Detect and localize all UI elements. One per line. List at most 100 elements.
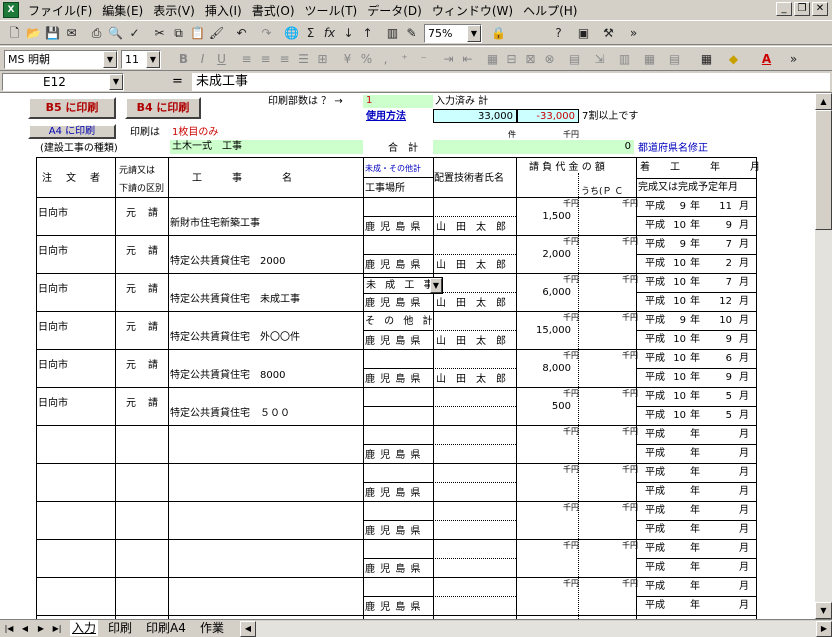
help-icon[interactable]: ? — [550, 25, 567, 42]
print-a4-button[interactable]: A4 に印刷 — [28, 124, 116, 139]
menu-window[interactable]: ウィンドウ(W) — [427, 2, 518, 19]
engineer-cell[interactable]: 山 田 太 郎 — [436, 260, 506, 272]
work-name-cell[interactable]: 特定公共賃貸住宅 未成工事 — [170, 294, 300, 306]
end-era-cell[interactable]: 平成 — [645, 372, 665, 384]
start-era-cell[interactable]: 平成 — [645, 239, 665, 251]
engineer-cell[interactable]: 山 田 太 郎 — [436, 298, 506, 310]
contract-type-cell[interactable]: 元 請 — [126, 246, 159, 258]
menu-help[interactable]: ヘルプ(H) — [518, 2, 582, 19]
menu-edit[interactable]: 編集(E) — [97, 2, 148, 19]
menu-insert[interactable]: 挿入(I) — [200, 2, 247, 19]
hyperlink-icon[interactable]: 🌐 — [283, 25, 300, 42]
merge-icon[interactable]: ⊞ — [314, 51, 331, 68]
menu-data[interactable]: データ(D) — [362, 2, 427, 19]
end-era-cell[interactable]: 平成 — [645, 486, 665, 498]
sort-descending-icon[interactable]: ↑ — [359, 25, 376, 42]
start-year-cell[interactable]: 10 — [672, 353, 686, 365]
autosum-icon[interactable]: Σ — [302, 25, 319, 42]
start-era-cell[interactable]: 平成 — [645, 467, 665, 479]
end-year-cell[interactable]: 10 — [672, 410, 686, 422]
outdent-icon[interactable]: ⇤ — [459, 51, 476, 68]
open-icon[interactable]: 📂 — [25, 25, 42, 42]
place-cell[interactable]: 鹿 児 島 県 — [365, 374, 422, 386]
start-year-cell[interactable]: 9 — [672, 315, 686, 327]
horizontal-scrollbar[interactable]: ◀ ▶ — [240, 621, 832, 637]
first-sheet-icon[interactable]: |◀ — [2, 622, 16, 636]
chevron-down-icon[interactable]: ▼ — [467, 25, 481, 42]
print-preview-icon[interactable]: 🔍 — [107, 25, 124, 42]
engineer-cell[interactable]: 山 田 太 郎 — [436, 222, 506, 234]
client-cell[interactable]: 日向市 — [38, 208, 68, 220]
start-era-cell[interactable]: 平成 — [645, 277, 665, 289]
end-month-cell[interactable]: 9 — [712, 220, 732, 232]
scroll-left-icon[interactable]: ◀ — [240, 621, 256, 637]
print-copies-field[interactable]: 1 — [363, 95, 433, 108]
place-cell[interactable]: 鹿 児 島 県 — [365, 602, 422, 614]
start-year-cell[interactable]: 9 — [672, 239, 686, 251]
spelling-icon[interactable]: ✓ — [126, 25, 143, 42]
insert-column-icon[interactable]: ⊠ — [522, 51, 539, 68]
usage-method-link[interactable]: 使用方法 — [366, 111, 406, 123]
close-icon[interactable]: ✕ — [812, 2, 828, 16]
drawing-icon[interactable]: ✎ — [403, 25, 420, 42]
start-era-cell[interactable]: 平成 — [645, 391, 665, 403]
delete-icon[interactable]: ⊗ — [541, 51, 558, 68]
last-sheet-icon[interactable]: ▶| — [50, 622, 64, 636]
end-era-cell[interactable]: 平成 — [645, 410, 665, 422]
amount-cell[interactable]: 2,000 — [520, 249, 571, 261]
amount-cell[interactable]: 6,000 — [520, 287, 571, 299]
place-tag-cell[interactable]: そ の 他 計 — [365, 316, 436, 328]
redo-icon[interactable]: ↷ — [258, 25, 275, 42]
end-era-cell[interactable]: 平成 — [645, 334, 665, 346]
contract-type-cell[interactable]: 元 請 — [126, 284, 159, 296]
contract-type-cell[interactable]: 元 請 — [126, 360, 159, 372]
align-left-icon[interactable]: ≡ — [238, 51, 255, 68]
place-cell[interactable]: 鹿 児 島 県 — [365, 260, 422, 272]
fill-color-icon[interactable]: ◆ — [725, 51, 742, 68]
tab-input[interactable]: 入力 — [70, 620, 99, 636]
mail-icon[interactable]: ✉ — [63, 25, 80, 42]
border-select-icon[interactable]: ▦ — [698, 51, 715, 68]
print-b4-button[interactable]: B4 に印刷 — [125, 97, 201, 119]
work-name-cell[interactable]: 特定公共賃貸住宅 ５００ — [170, 408, 290, 420]
start-month-cell[interactable]: 7 — [712, 277, 732, 289]
end-year-cell[interactable]: 10 — [672, 220, 686, 232]
grid-icon[interactable]: ▥ — [616, 51, 633, 68]
tab-print[interactable]: 印刷 — [106, 620, 134, 636]
chart-icon[interactable]: ▤ — [666, 51, 683, 68]
start-era-cell[interactable]: 平成 — [645, 353, 665, 365]
end-era-cell[interactable]: 平成 — [645, 220, 665, 232]
place-cell[interactable]: 鹿 児 島 県 — [365, 488, 422, 500]
chevron-down-icon[interactable]: ▼ — [430, 278, 442, 293]
engineer-cell[interactable]: 山 田 太 郎 — [436, 336, 506, 348]
place-cell[interactable]: 鹿 児 島 県 — [365, 298, 422, 310]
start-month-cell[interactable]: 6 — [712, 353, 732, 365]
chevron-down-icon[interactable]: ▼ — [109, 74, 123, 90]
vertical-scrollbar[interactable]: ▲ ▼ — [815, 93, 832, 619]
menu-view[interactable]: 表示(V) — [148, 2, 200, 19]
end-era-cell[interactable]: 平成 — [645, 524, 665, 536]
work-name-cell[interactable]: 特定公共賃貸住宅 外〇〇件 — [170, 332, 300, 344]
undo-icon[interactable]: ↶ — [233, 25, 250, 42]
engineer-cell[interactable]: 山 田 太 郎 — [436, 374, 506, 386]
indent-icon[interactable]: ⇥ — [440, 51, 457, 68]
start-year-cell[interactable]: 9 — [672, 201, 686, 213]
end-era-cell[interactable]: 平成 — [645, 562, 665, 574]
scroll-right-icon[interactable]: ▶ — [816, 621, 832, 637]
more-icon[interactable]: » — [625, 25, 642, 42]
start-era-cell[interactable]: 平成 — [645, 543, 665, 555]
scroll-thumb[interactable] — [815, 110, 832, 230]
save-icon[interactable]: 💾 — [44, 25, 61, 42]
more-icon[interactable]: » — [785, 51, 802, 68]
amount-cell[interactable]: 1,500 — [520, 211, 571, 223]
chart-icon[interactable]: ▥ — [384, 25, 401, 42]
end-month-cell[interactable]: 2 — [712, 258, 732, 270]
cut-icon[interactable]: ✂ — [151, 25, 168, 42]
end-year-cell[interactable]: 10 — [672, 296, 686, 308]
next-sheet-icon[interactable]: ▶ — [34, 622, 48, 636]
contract-type-cell[interactable]: 元 請 — [126, 398, 159, 410]
end-month-cell[interactable]: 5 — [712, 410, 732, 422]
work-name-cell[interactable]: 特定公共賃貸住宅 8000 — [170, 370, 285, 382]
amount-cell[interactable]: 15,000 — [520, 325, 571, 337]
end-era-cell[interactable]: 平成 — [645, 448, 665, 460]
